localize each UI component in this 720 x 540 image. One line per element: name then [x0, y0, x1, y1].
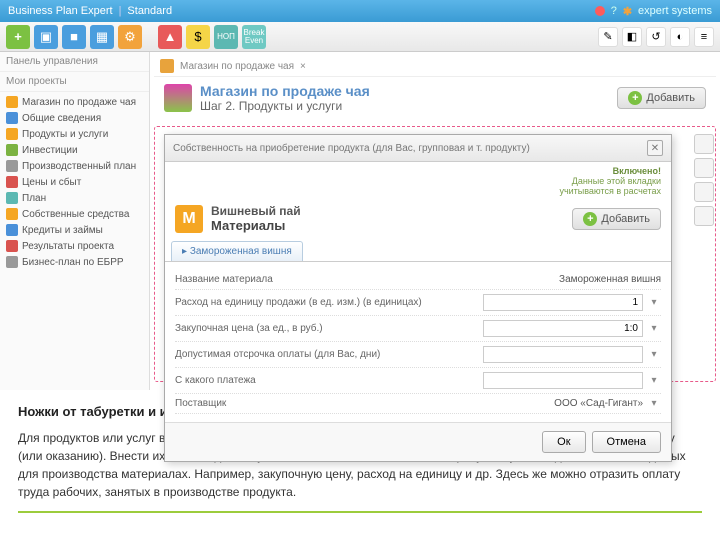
qty-input[interactable] — [483, 294, 643, 311]
divider — [18, 511, 702, 513]
materials-dialog: Собственность на приобретение продукта (… — [164, 134, 672, 462]
stepper-icon[interactable]: ▾ — [647, 375, 661, 386]
title-bar: Business Plan Expert | Standard ? ✱ expe… — [0, 0, 720, 22]
sidebar-item[interactable]: План — [0, 190, 149, 206]
side-tool-2[interactable] — [694, 158, 714, 178]
tool-4[interactable]: ◐ — [670, 27, 690, 47]
sidebar-item[interactable]: Результаты проекта — [0, 238, 149, 254]
sidebar-item[interactable]: Инвестиции — [0, 142, 149, 158]
dialog-title: Собственность на приобретение продукта (… — [173, 143, 530, 154]
project-icon — [6, 96, 18, 108]
sidebar-item-project[interactable]: Магазин по продаже чая — [0, 94, 149, 110]
brand-text: expert systems — [638, 5, 712, 17]
sidebar-item[interactable]: Бизнес-план по ЕБРР — [0, 254, 149, 270]
row-label: Закупочная цена (за ед., в руб.) — [175, 323, 483, 334]
tool-1[interactable]: ✎ — [598, 27, 618, 47]
page-step: Шаг 2. Продукты и услуги — [200, 99, 370, 113]
sidebar-item[interactable]: Кредиты и займы — [0, 222, 149, 238]
page-title: Магазин по продаже чая — [200, 83, 370, 99]
sidebar-section: Мои проекты — [0, 72, 149, 92]
stepper-icon[interactable]: ▾ — [647, 349, 661, 360]
open-button[interactable]: ▣ — [34, 25, 58, 49]
folder-button[interactable]: ▦ — [90, 25, 114, 49]
tab-cherry[interactable]: ▸ Замороженная вишня — [171, 241, 303, 261]
info-icon — [6, 112, 18, 124]
content-area: Магазин по продаже чая × Магазин по прод… — [150, 52, 720, 390]
row-label: С какого платежа — [175, 375, 483, 386]
price-input[interactable] — [483, 320, 643, 337]
delay-input[interactable] — [483, 346, 643, 363]
dialog-add-button[interactable]: + Добавить — [572, 208, 661, 230]
tool-3[interactable]: ↺ — [646, 27, 666, 47]
price-icon — [6, 176, 18, 188]
breadcrumb-item[interactable]: Магазин по продаже чая — [180, 61, 294, 72]
ebrd-icon — [6, 256, 18, 268]
sidebar-item[interactable]: Общие сведения — [0, 110, 149, 126]
row-label: Допустимая отсрочка оплаты (для Вас, дни… — [175, 349, 483, 360]
plan-icon — [6, 160, 18, 172]
pay-input[interactable] — [483, 372, 643, 389]
sidebar-item[interactable]: Собственные средства — [0, 206, 149, 222]
stepper-icon[interactable]: ▾ — [647, 323, 661, 334]
dropdown-icon[interactable]: ▾ — [647, 398, 661, 409]
invest-icon — [6, 144, 18, 156]
settings-button[interactable]: ⚙ — [118, 25, 142, 49]
stepper-icon[interactable]: ▾ — [647, 297, 661, 308]
edition: Standard — [127, 5, 172, 17]
close-button[interactable]: ✕ — [647, 140, 663, 156]
row-label: Название материала — [175, 274, 461, 285]
brand-icon: ✱ — [623, 5, 632, 18]
save-button[interactable]: ■ — [62, 25, 86, 49]
home-icon[interactable] — [160, 59, 174, 73]
plus-icon: + — [583, 212, 597, 226]
materials-label: Материалы — [211, 218, 301, 233]
side-tool-4[interactable] — [694, 206, 714, 226]
products-icon — [6, 128, 18, 140]
material-icon: М — [175, 205, 203, 233]
product-name: Вишневый пай — [211, 204, 301, 218]
cancel-button[interactable]: Отмена — [592, 431, 661, 453]
app-name: Business Plan Expert — [8, 5, 113, 17]
dialog-status: Включено! Данные этой вкладки учитываютс… — [165, 162, 671, 200]
sidebar-item[interactable]: Цены и сбыт — [0, 174, 149, 190]
new-button[interactable]: + — [6, 25, 30, 49]
breadcrumb: Магазин по продаже чая × — [154, 56, 716, 77]
plus-icon: + — [628, 91, 642, 105]
main-toolbar: + ▣ ■ ▦ ⚙ ▲ $ НОП BreakEven ✎ ◧ ↺ ◐ ≡ — [0, 22, 720, 52]
sidebar-item[interactable]: Продукты и услуги — [0, 126, 149, 142]
non-button[interactable]: НОП — [214, 25, 238, 49]
results-icon — [6, 240, 18, 252]
plan2-icon — [6, 192, 18, 204]
side-tool-1[interactable] — [694, 134, 714, 154]
sidebar: Панель управления Мои проекты Магазин по… — [0, 52, 150, 390]
break-even-button[interactable]: BreakEven — [242, 25, 266, 49]
tool-2[interactable]: ◧ — [622, 27, 642, 47]
own-icon — [6, 208, 18, 220]
tool-5[interactable]: ≡ — [694, 27, 714, 47]
row-label: Поставщик — [175, 398, 443, 409]
page-thumb-icon — [164, 84, 192, 112]
sidebar-item[interactable]: Производственный план — [0, 158, 149, 174]
row-label: Расход на единицу продажи (в ед. изм.) (… — [175, 297, 483, 308]
chart-button[interactable]: ▲ — [158, 25, 182, 49]
status-dot-icon — [595, 6, 605, 16]
row-value: Замороженная вишня — [461, 274, 661, 285]
side-tool-3[interactable] — [694, 182, 714, 202]
ok-button[interactable]: Ок — [542, 431, 585, 453]
supplier-value: ООО «Сад-Гигант» — [443, 398, 643, 409]
money-button[interactable]: $ — [186, 25, 210, 49]
sidebar-header: Панель управления — [0, 52, 149, 72]
credit-icon — [6, 224, 18, 236]
add-button[interactable]: + Добавить — [617, 87, 706, 109]
